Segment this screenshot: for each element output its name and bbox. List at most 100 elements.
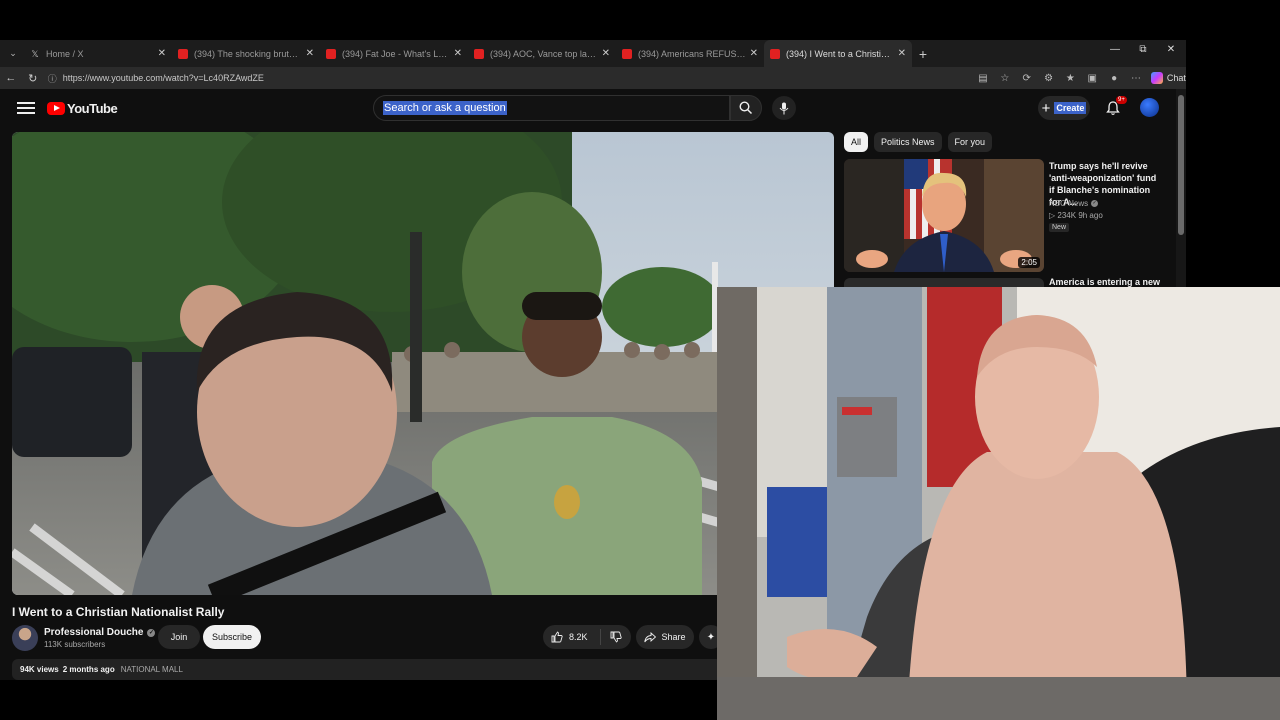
create-label: Create <box>1054 102 1087 114</box>
close-tab-icon[interactable]: ✕ <box>454 48 462 59</box>
youtube-icon <box>474 48 484 59</box>
dislike-button[interactable] <box>601 631 631 643</box>
like-button[interactable]: 8.2K <box>543 629 601 645</box>
verified-check-icon: ✓ <box>1091 200 1099 207</box>
youtube-icon <box>622 48 632 59</box>
share-arrow-icon <box>644 631 657 642</box>
chat-label: Chat <box>1166 73 1186 83</box>
microphone-icon <box>779 102 789 114</box>
webcam-image <box>717 287 1280 720</box>
notification-badge: 9+ <box>1116 96 1127 104</box>
voice-search-button[interactable] <box>772 96 796 120</box>
chip-politics-news[interactable]: Politics News <box>874 132 942 152</box>
youtube-icon <box>326 48 336 59</box>
recommendation-views: 234K <box>1057 211 1077 220</box>
tab-title: (394) I Went to a Christian Nationa <box>786 48 894 59</box>
channel-name[interactable]: Professional Douche ✓ <box>44 627 156 638</box>
upload-age: 2 months ago <box>62 665 115 674</box>
recommendation-meta: ▷ 234K 9h ago <box>1049 211 1103 220</box>
view-count: 94K views <box>20 665 59 674</box>
search-input[interactable]: Search or ask a question <box>373 95 730 121</box>
new-tab-plus-icon[interactable]: + <box>912 46 934 62</box>
favorites-icon[interactable]: ★ <box>1059 73 1081 84</box>
youtube-icon <box>770 48 780 59</box>
youtube-play-icon <box>47 101 65 115</box>
recommendation-title-2[interactable]: America is entering a new <box>1049 277 1160 287</box>
chip-for-you[interactable]: For you <box>947 132 993 152</box>
recommendation-thumbnail[interactable]: 2:05 <box>844 159 1044 272</box>
more-options-icon[interactable]: ⋯ <box>1125 73 1147 84</box>
collections-icon[interactable]: ▣ <box>1081 73 1103 84</box>
screen: ⌄ 𝕏 Home / X ✕ (394) The shocking brutal… <box>0 0 1280 720</box>
video-title: I Went to a Christian Nationalist Rally <box>12 605 225 619</box>
copilot-icon <box>1150 72 1163 84</box>
account-avatar[interactable] <box>1140 98 1159 117</box>
recommendation-channel-text: NBC News <box>1049 199 1089 208</box>
chip-all[interactable]: All <box>844 132 869 152</box>
share-label: Share <box>661 632 686 642</box>
tab-title: (394) AOC, Vance top latest 2028 <box>490 48 598 59</box>
minimize-icon[interactable]: — <box>1102 44 1128 55</box>
reader-view-icon[interactable]: ▤ <box>972 73 994 84</box>
recommendation-age: 9h ago <box>1078 211 1103 220</box>
tab-actions-chevron-icon[interactable]: ⌄ <box>2 43 24 65</box>
description-box[interactable]: 94K views 2 months ago NATIONAL MALL <box>12 659 722 680</box>
favorite-star-icon[interactable]: ☆ <box>994 73 1016 84</box>
close-tab-icon[interactable]: ✕ <box>750 48 758 59</box>
channel-name-text: Professional Douche <box>44 627 144 638</box>
extensions-icon[interactable]: ⚙ <box>1038 73 1060 84</box>
tab-home-x[interactable]: 𝕏 Home / X ✕ <box>24 40 172 67</box>
tab-strip: ⌄ 𝕏 Home / X ✕ (394) The shocking brutal… <box>0 40 1186 67</box>
profile-icon[interactable]: ● <box>1103 73 1125 84</box>
tab-christian-nationalist[interactable]: (394) I Went to a Christian Nationa ✕ <box>764 40 912 67</box>
window-close-icon[interactable]: ✕ <box>1158 44 1184 55</box>
subscribe-button[interactable]: Subscribe <box>203 625 261 649</box>
share-button[interactable]: Share <box>636 625 694 649</box>
tab-fat-joe[interactable]: (394) Fat Joe - What's Luv? ft. Ash ✕ <box>320 40 468 67</box>
restore-icon[interactable]: ⧉ <box>1130 44 1156 55</box>
thumbnail-image <box>844 159 1044 272</box>
create-button[interactable]: + Create <box>1038 96 1090 120</box>
verified-check-icon: ✓ <box>147 628 156 637</box>
like-dislike-group: 8.2K <box>543 625 631 649</box>
tab-title: (394) Americans REFUSE To FORC <box>638 48 746 59</box>
back-arrow-icon[interactable]: ← <box>0 72 22 84</box>
tab-americans-refuse[interactable]: (394) Americans REFUSE To FORC ✕ <box>616 40 764 67</box>
x-icon: 𝕏 <box>31 48 39 59</box>
location-tag[interactable]: NATIONAL MALL <box>121 665 183 674</box>
like-count: 8.2K <box>569 632 588 642</box>
tab-title: Home / X <box>46 48 84 59</box>
tab-title: (394) The shocking brutality of th <box>194 48 302 59</box>
close-tab-icon[interactable]: ✕ <box>306 48 314 59</box>
youtube-icon <box>178 48 188 59</box>
video-player[interactable] <box>12 132 834 595</box>
close-tab-icon[interactable]: ✕ <box>158 48 166 59</box>
address-bar[interactable]: ⓘ https://www.youtube.com/watch?v=Lc40RZ… <box>48 69 972 87</box>
copilot-chat-button[interactable]: Chat <box>1150 72 1186 84</box>
join-button[interactable]: Join <box>158 625 200 649</box>
hamburger-menu-icon[interactable] <box>17 102 35 114</box>
channel-avatar[interactable] <box>12 625 38 651</box>
address-toolbar: ← ↻ ⓘ https://www.youtube.com/watch?v=Lc… <box>0 67 1186 89</box>
url-text: https://www.youtube.com/watch?v=Lc40RZAw… <box>62 73 264 83</box>
tab-aoc-vance[interactable]: (394) AOC, Vance top latest 2028 ✕ <box>468 40 616 67</box>
recommendation-channel[interactable]: NBC News ✓ <box>1049 199 1099 208</box>
refresh-icon[interactable]: ↻ <box>22 72 44 85</box>
close-tab-icon[interactable]: ✕ <box>602 48 610 59</box>
tab-shocking-brutality[interactable]: (394) The shocking brutality of th ✕ <box>172 40 320 67</box>
video-frame-image <box>12 132 834 595</box>
search-placeholder: Search or ask a question <box>383 101 507 115</box>
subscriber-count: 113K subscribers <box>44 640 106 649</box>
search-icon <box>739 101 753 115</box>
youtube-logo[interactable]: YouTube <box>47 100 118 116</box>
refresh-extension-icon[interactable]: ⟳ <box>1016 73 1038 84</box>
logo-text: YouTube <box>67 100 118 116</box>
thumbs-down-icon <box>610 631 622 643</box>
youtube-header: YouTube Search or ask a question + Creat… <box>0 89 1176 127</box>
plus-icon: + <box>1041 99 1051 117</box>
tab-title: (394) Fat Joe - What's Luv? ft. Ash <box>342 48 450 59</box>
close-tab-icon[interactable]: ✕ <box>898 48 906 59</box>
search-button[interactable] <box>730 95 762 121</box>
scrollbar-thumb[interactable] <box>1178 95 1184 235</box>
site-info-icon[interactable]: ⓘ <box>48 72 57 85</box>
